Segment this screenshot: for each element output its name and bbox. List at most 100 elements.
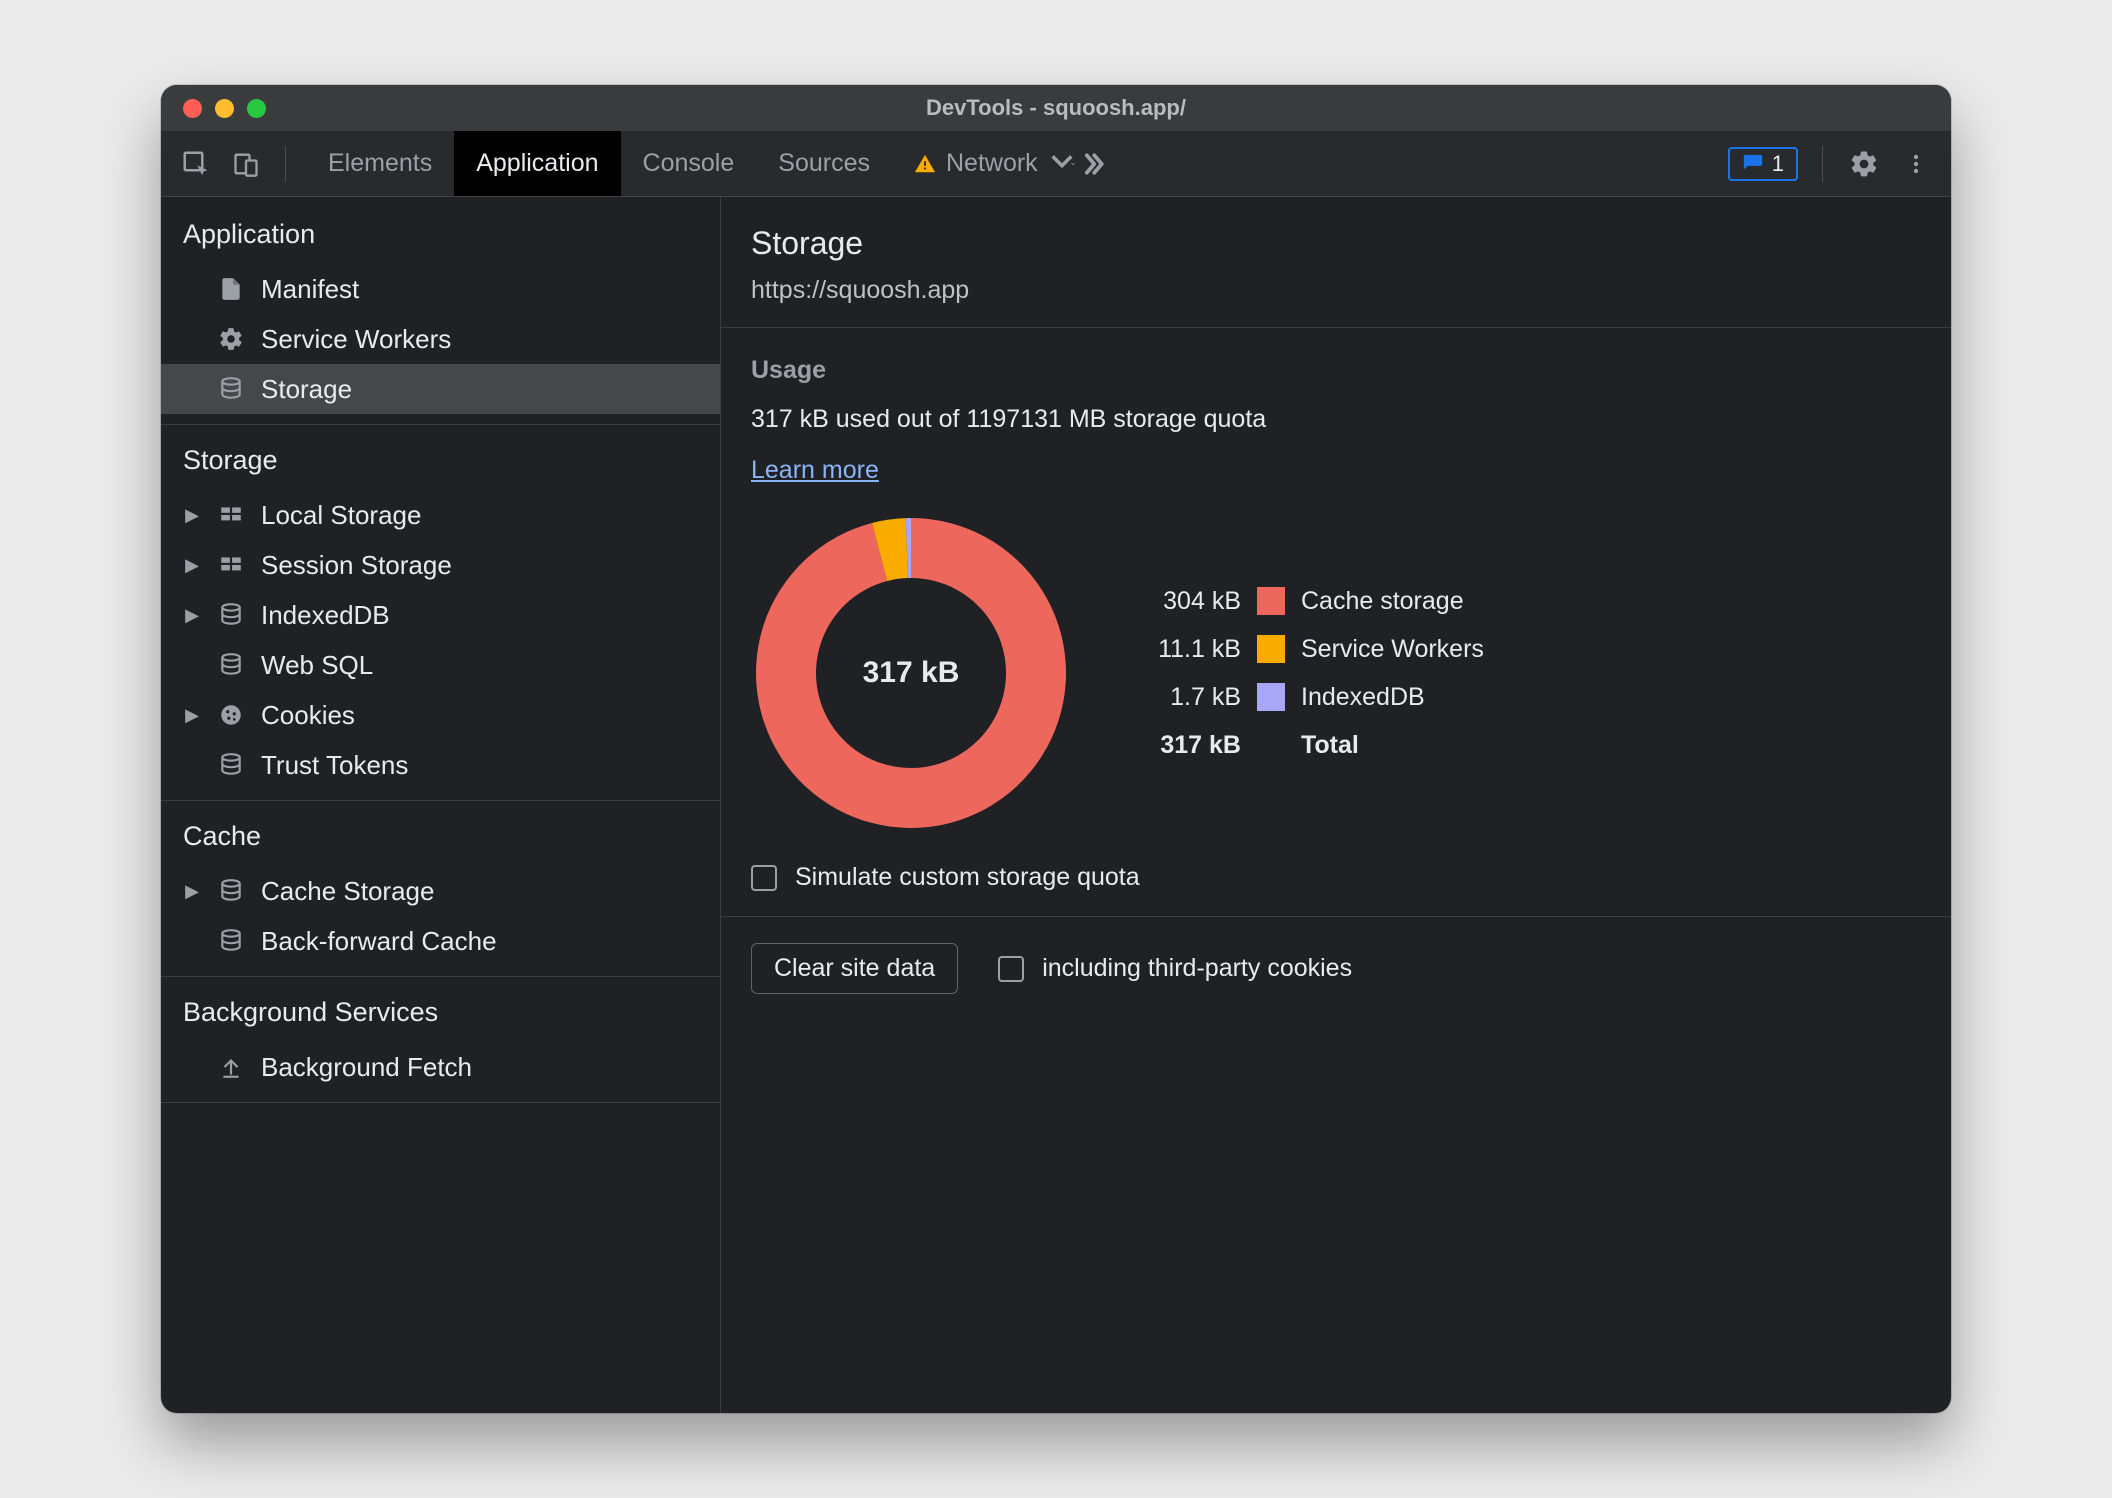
- legend-row: 11.1 kB Service Workers: [1111, 625, 1484, 673]
- sidebar-item-indexeddb[interactable]: ▶ IndexedDB: [161, 590, 720, 640]
- storage-header: Storage https://squoosh.app: [721, 197, 1951, 327]
- sidebar-item-session-storage[interactable]: ▶ Session Storage: [161, 540, 720, 590]
- disclosure-triangle-icon: ▶: [183, 555, 201, 576]
- disclosure-triangle-icon: ▶: [183, 605, 201, 626]
- window-title: DevTools - squoosh.app/: [161, 95, 1951, 121]
- legend-amount: 1.7 kB: [1111, 683, 1241, 712]
- sidebar-item-label: Web SQL: [261, 650, 373, 681]
- toolbar-left-group: [161, 131, 306, 196]
- window-titlebar: DevTools - squoosh.app/: [161, 85, 1951, 131]
- storage-heading: Storage: [751, 225, 1921, 262]
- simulate-quota-checkbox[interactable]: [751, 865, 777, 891]
- sidebar-item-back-forward-cache[interactable]: Back-forward Cache: [161, 916, 720, 966]
- db-icon: [215, 373, 247, 405]
- legend-label: Cache storage: [1301, 587, 1464, 616]
- sidebar-item-label: IndexedDB: [261, 600, 390, 631]
- minimize-window-button[interactable]: [215, 99, 234, 118]
- third-party-cookies-checkbox[interactable]: [998, 956, 1024, 982]
- tab-network[interactable]: Network: [892, 131, 1060, 196]
- sidebar-item-storage[interactable]: Storage: [161, 364, 720, 414]
- sidebar-section-title: Background Services: [161, 977, 720, 1042]
- settings-icon[interactable]: [1847, 147, 1881, 181]
- sidebar-item-label: Local Storage: [261, 500, 421, 531]
- db-icon: [215, 749, 247, 781]
- sidebar-item-label: Manifest: [261, 274, 359, 305]
- legend-label-total: Total: [1301, 731, 1359, 760]
- sidebar-section-title: Cache: [161, 801, 720, 866]
- legend-label: Service Workers: [1301, 635, 1484, 664]
- sidebar-item-manifest[interactable]: Manifest: [161, 264, 720, 314]
- clear-site-data-button[interactable]: Clear site data: [751, 943, 958, 994]
- storage-panel: Storage https://squoosh.app Usage 317 kB…: [721, 197, 1951, 1413]
- tab-application[interactable]: Application: [454, 131, 620, 196]
- devtools-window: DevTools - squoosh.app/ ElementsApplicat…: [161, 85, 1951, 1413]
- overflow-tabs-chevrons-icon[interactable]: [1076, 147, 1110, 181]
- learn-more-link[interactable]: Learn more: [751, 456, 879, 484]
- panel-body: ApplicationManifestService WorkersStorag…: [161, 197, 1951, 1413]
- sidebar-item-label: Cookies: [261, 700, 355, 731]
- sidebar-item-local-storage[interactable]: ▶ Local Storage: [161, 490, 720, 540]
- sidebar-item-background-fetch[interactable]: Background Fetch: [161, 1042, 720, 1092]
- sidebar-section-title: Application: [161, 197, 720, 264]
- tab-elements[interactable]: Elements: [306, 131, 454, 196]
- upload-icon: [215, 1051, 247, 1083]
- sidebar-item-trust-tokens[interactable]: Trust Tokens: [161, 740, 720, 790]
- grid-icon: [215, 549, 247, 581]
- usage-legend: 304 kB Cache storage 11.1 kB Service Worker…: [1111, 577, 1484, 769]
- disclosure-triangle-icon: ▶: [183, 881, 201, 902]
- devtools-toolbar: ElementsApplicationConsoleSources Network…: [161, 131, 1951, 197]
- simulate-quota-label: Simulate custom storage quota: [795, 863, 1140, 892]
- sidebar-item-label: Trust Tokens: [261, 750, 408, 781]
- disclosure-triangle-icon: ▶: [183, 705, 201, 726]
- storage-origin: https://squoosh.app: [751, 276, 1921, 305]
- legend-swatch: [1257, 635, 1285, 663]
- zoom-window-button[interactable]: [247, 99, 266, 118]
- sidebar-item-web-sql[interactable]: Web SQL: [161, 640, 720, 690]
- disclosure-triangle-icon: ▶: [183, 505, 201, 526]
- simulate-quota-row: Simulate custom storage quota: [751, 863, 1921, 892]
- sidebar-item-label: Storage: [261, 374, 352, 405]
- sidebar-item-label: Back-forward Cache: [261, 926, 497, 957]
- usage-section-title: Usage: [751, 356, 1921, 385]
- sidebar-item-cache-storage[interactable]: ▶ Cache Storage: [161, 866, 720, 916]
- close-window-button[interactable]: [183, 99, 202, 118]
- cookie-icon: [215, 699, 247, 731]
- third-party-cookies-label: including third-party cookies: [1042, 954, 1352, 983]
- device-toggle-icon[interactable]: [229, 147, 263, 181]
- file-icon: [215, 273, 247, 305]
- sidebar-item-label: Service Workers: [261, 324, 451, 355]
- sidebar-section-title: Storage: [161, 425, 720, 490]
- sidebar-item-label: Background Fetch: [261, 1052, 472, 1083]
- toolbar-divider-right: [1822, 146, 1823, 182]
- sidebar-divider: [161, 1102, 720, 1103]
- usage-chart-row: 317 kB 304 kB Cache storage 11.1 kB Service…: [751, 513, 1921, 833]
- db-icon: [215, 875, 247, 907]
- legend-label: IndexedDB: [1301, 683, 1425, 712]
- toolbar-right-group: 1: [1728, 131, 1951, 196]
- console-messages-button[interactable]: 1: [1728, 147, 1798, 181]
- usage-summary-text: 317 kB used out of 1197131 MB storage qu…: [751, 405, 1921, 434]
- inspect-element-icon[interactable]: [179, 147, 213, 181]
- toolbar-divider: [285, 146, 286, 182]
- grid-icon: [215, 499, 247, 531]
- tab-sources[interactable]: Sources: [756, 131, 892, 196]
- traffic-lights: [161, 99, 266, 118]
- legend-amount-total: 317 kB: [1111, 731, 1241, 760]
- sidebar-item-label: Session Storage: [261, 550, 452, 581]
- usage-section: Usage 317 kB used out of 1197131 MB stor…: [721, 328, 1951, 916]
- kebab-menu-icon[interactable]: [1899, 147, 1933, 181]
- sidebar-item-cookies[interactable]: ▶ Cookies: [161, 690, 720, 740]
- legend-row: 1.7 kB IndexedDB: [1111, 673, 1484, 721]
- sidebar-item-label: Cache Storage: [261, 876, 434, 907]
- console-messages-count: 1: [1772, 151, 1784, 177]
- legend-swatch: [1257, 587, 1285, 615]
- db-icon: [215, 925, 247, 957]
- legend-amount: 304 kB: [1111, 587, 1241, 616]
- db-icon: [215, 649, 247, 681]
- third-party-cookies-row: including third-party cookies: [998, 954, 1352, 983]
- legend-amount: 11.1 kB: [1111, 635, 1241, 664]
- tab-console[interactable]: Console: [621, 131, 757, 196]
- tab-label: Network: [946, 149, 1038, 178]
- sidebar-item-service-workers[interactable]: Service Workers: [161, 314, 720, 364]
- db-icon: [215, 599, 247, 631]
